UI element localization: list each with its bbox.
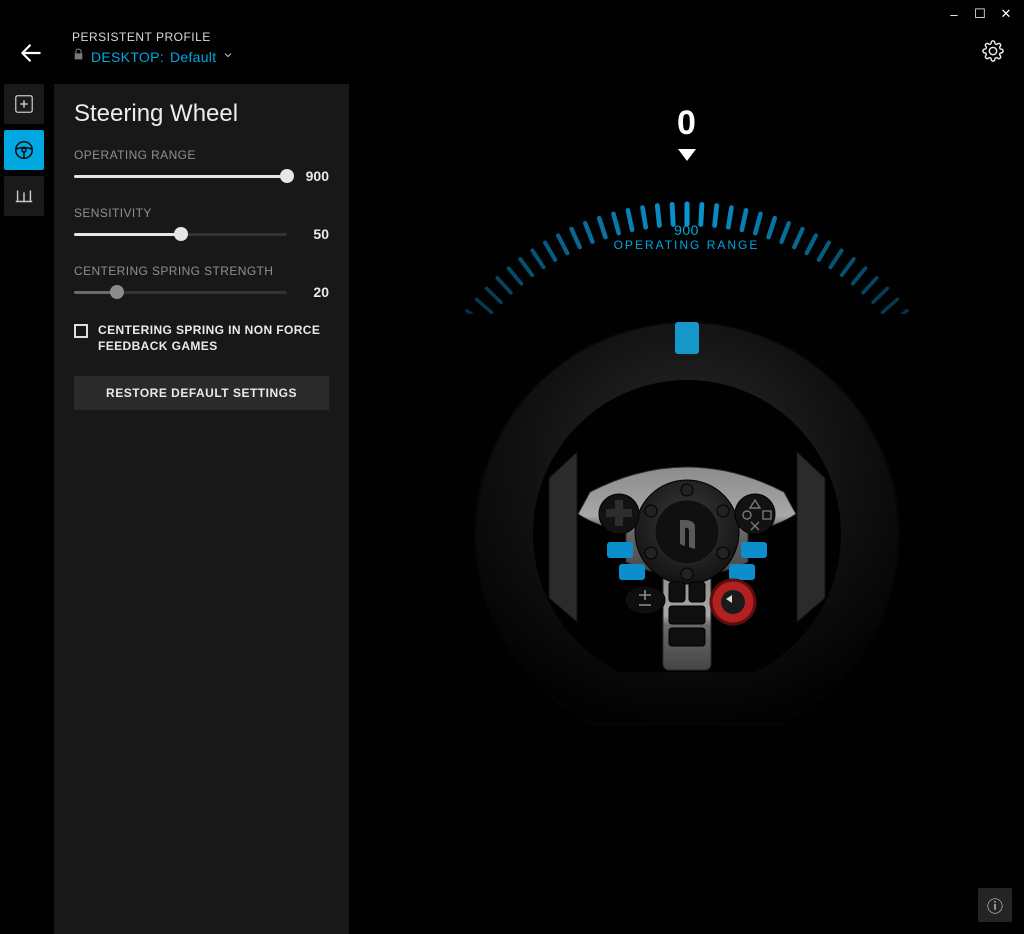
centering-spring-label: CENTERING SPRING STRENGTH	[74, 264, 329, 278]
centering-spring-slider[interactable]	[74, 291, 287, 294]
sensitivity-setting: SENSITIVITY 50	[74, 206, 329, 242]
operating-range-value: 900	[295, 168, 329, 184]
info-icon: ⓘ	[987, 893, 1003, 917]
close-button[interactable]: ✕	[994, 4, 1018, 24]
centering-spring-nonffb-checkbox[interactable]	[74, 324, 88, 338]
persistent-profile-label: PERSISTENT PROFILE	[72, 30, 234, 44]
op-range-number: 900	[674, 222, 699, 238]
sensitivity-value: 50	[295, 226, 329, 242]
gear-icon	[982, 40, 1004, 62]
sensitivity-label: SENSITIVITY	[74, 206, 329, 220]
nav-pedals[interactable]	[4, 176, 44, 216]
side-nav	[0, 84, 48, 216]
window-controls: – ☐ ✕	[942, 4, 1018, 24]
operating-range-label: OPERATING RANGE	[74, 148, 329, 162]
panel-title: Steering Wheel	[74, 100, 329, 128]
profile-link-name: Default	[170, 49, 216, 65]
arrow-left-icon	[18, 40, 44, 66]
centering-spring-nonffb-row: CENTERING SPRING IN NON FORCE FEEDBACK G…	[74, 322, 329, 354]
pedals-icon	[13, 185, 35, 207]
wheel-visualization: 0 900 OPERATING RANGE	[349, 84, 1024, 934]
profile-selector[interactable]: DESKTOP: Default	[72, 48, 234, 66]
steering-wheel-graphic	[467, 314, 907, 754]
centering-spring-setting: CENTERING SPRING STRENGTH 20	[74, 264, 329, 300]
settings-button[interactable]	[982, 40, 1004, 67]
profile-link-prefix: DESKTOP:	[91, 49, 164, 65]
lock-icon	[72, 48, 85, 66]
op-range-label: OPERATING RANGE	[614, 238, 760, 252]
nav-add[interactable]	[4, 84, 44, 124]
settings-panel: Steering Wheel OPERATING RANGE 900 SENSI…	[54, 84, 349, 934]
chevron-down-icon	[222, 48, 234, 66]
centering-spring-value: 20	[295, 284, 329, 300]
restore-defaults-button[interactable]: RESTORE DEFAULT SETTINGS	[74, 376, 329, 410]
steering-wheel-svg	[467, 314, 907, 754]
profile-header: PERSISTENT PROFILE DESKTOP: Default	[72, 30, 234, 66]
minimize-button[interactable]: –	[942, 4, 966, 24]
maximize-button[interactable]: ☐	[968, 4, 992, 24]
info-button[interactable]: ⓘ	[978, 888, 1012, 922]
nav-steering-wheel[interactable]	[4, 130, 44, 170]
centering-spring-nonffb-label: CENTERING SPRING IN NON FORCE FEEDBACK G…	[98, 322, 329, 354]
operating-range-setting: OPERATING RANGE 900	[74, 148, 329, 184]
plus-box-icon	[13, 93, 35, 115]
back-button[interactable]	[18, 40, 44, 66]
sensitivity-slider[interactable]	[74, 233, 287, 236]
operating-range-slider[interactable]	[74, 175, 287, 178]
steering-wheel-icon	[13, 139, 35, 161]
